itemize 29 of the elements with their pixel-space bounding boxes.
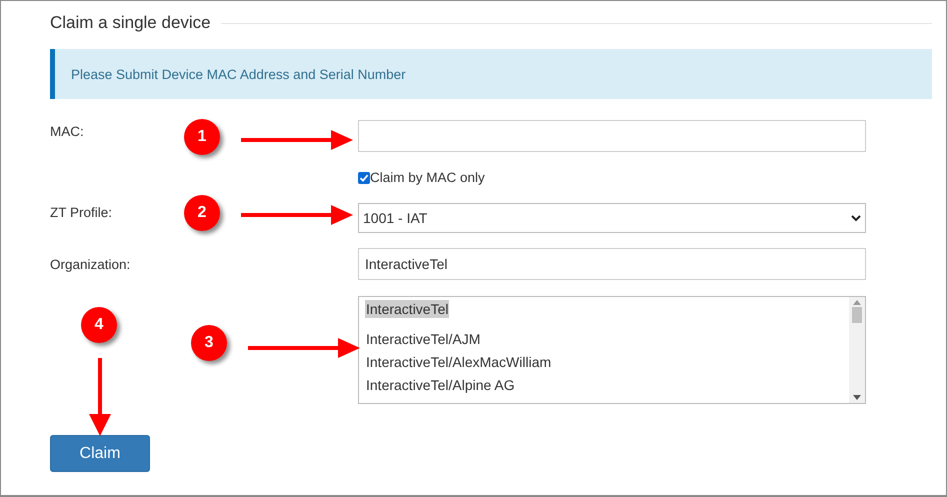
claim-button[interactable]: Claim xyxy=(50,435,150,472)
arrow-icon xyxy=(246,337,362,359)
organization-listbox[interactable]: InteractiveTel InteractiveTel/AJM InteractiveTel/AlexMacWilliam InteractiveTel/Alpine AG xyxy=(358,296,866,404)
scrollbar-thumb[interactable] xyxy=(852,307,862,323)
chevron-down-icon xyxy=(851,214,861,222)
list-option[interactable]: InteractiveTel xyxy=(365,300,450,318)
text-field[interactable] xyxy=(358,120,866,152)
step-number-badge: 4 xyxy=(81,307,117,343)
field-label: ZT Profile: xyxy=(50,204,112,220)
scroll-up-icon[interactable] xyxy=(853,300,861,305)
checkbox[interactable] xyxy=(358,172,370,184)
text-field[interactable]: InteractiveTel xyxy=(358,248,866,280)
field-label: Organization: xyxy=(50,256,130,272)
list-option[interactable]: InteractiveTel/AlexMacWilliam xyxy=(365,353,552,371)
step-number-badge: 2 xyxy=(184,195,220,231)
arrow-icon xyxy=(239,129,355,151)
list-option[interactable]: InteractiveTel/Alpine AG xyxy=(365,376,516,394)
arrow-icon xyxy=(89,356,111,438)
step-number-badge: 1 xyxy=(184,119,220,155)
profile-dropdown[interactable]: 1001 - IAT xyxy=(358,203,866,233)
list-option[interactable]: InteractiveTel/AJM xyxy=(365,330,482,348)
scroll-down-icon[interactable] xyxy=(853,395,861,400)
field-label: MAC: xyxy=(50,123,84,139)
scrollbar[interactable] xyxy=(849,297,865,403)
info-alert: Please Submit Device MAC Address and Serial Number xyxy=(50,49,932,99)
checkbox-label[interactable]: Claim by MAC only xyxy=(358,170,866,185)
arrow-icon xyxy=(239,204,355,226)
section-title: Claim a single device xyxy=(50,13,211,33)
step-number-badge: 3 xyxy=(191,325,227,361)
